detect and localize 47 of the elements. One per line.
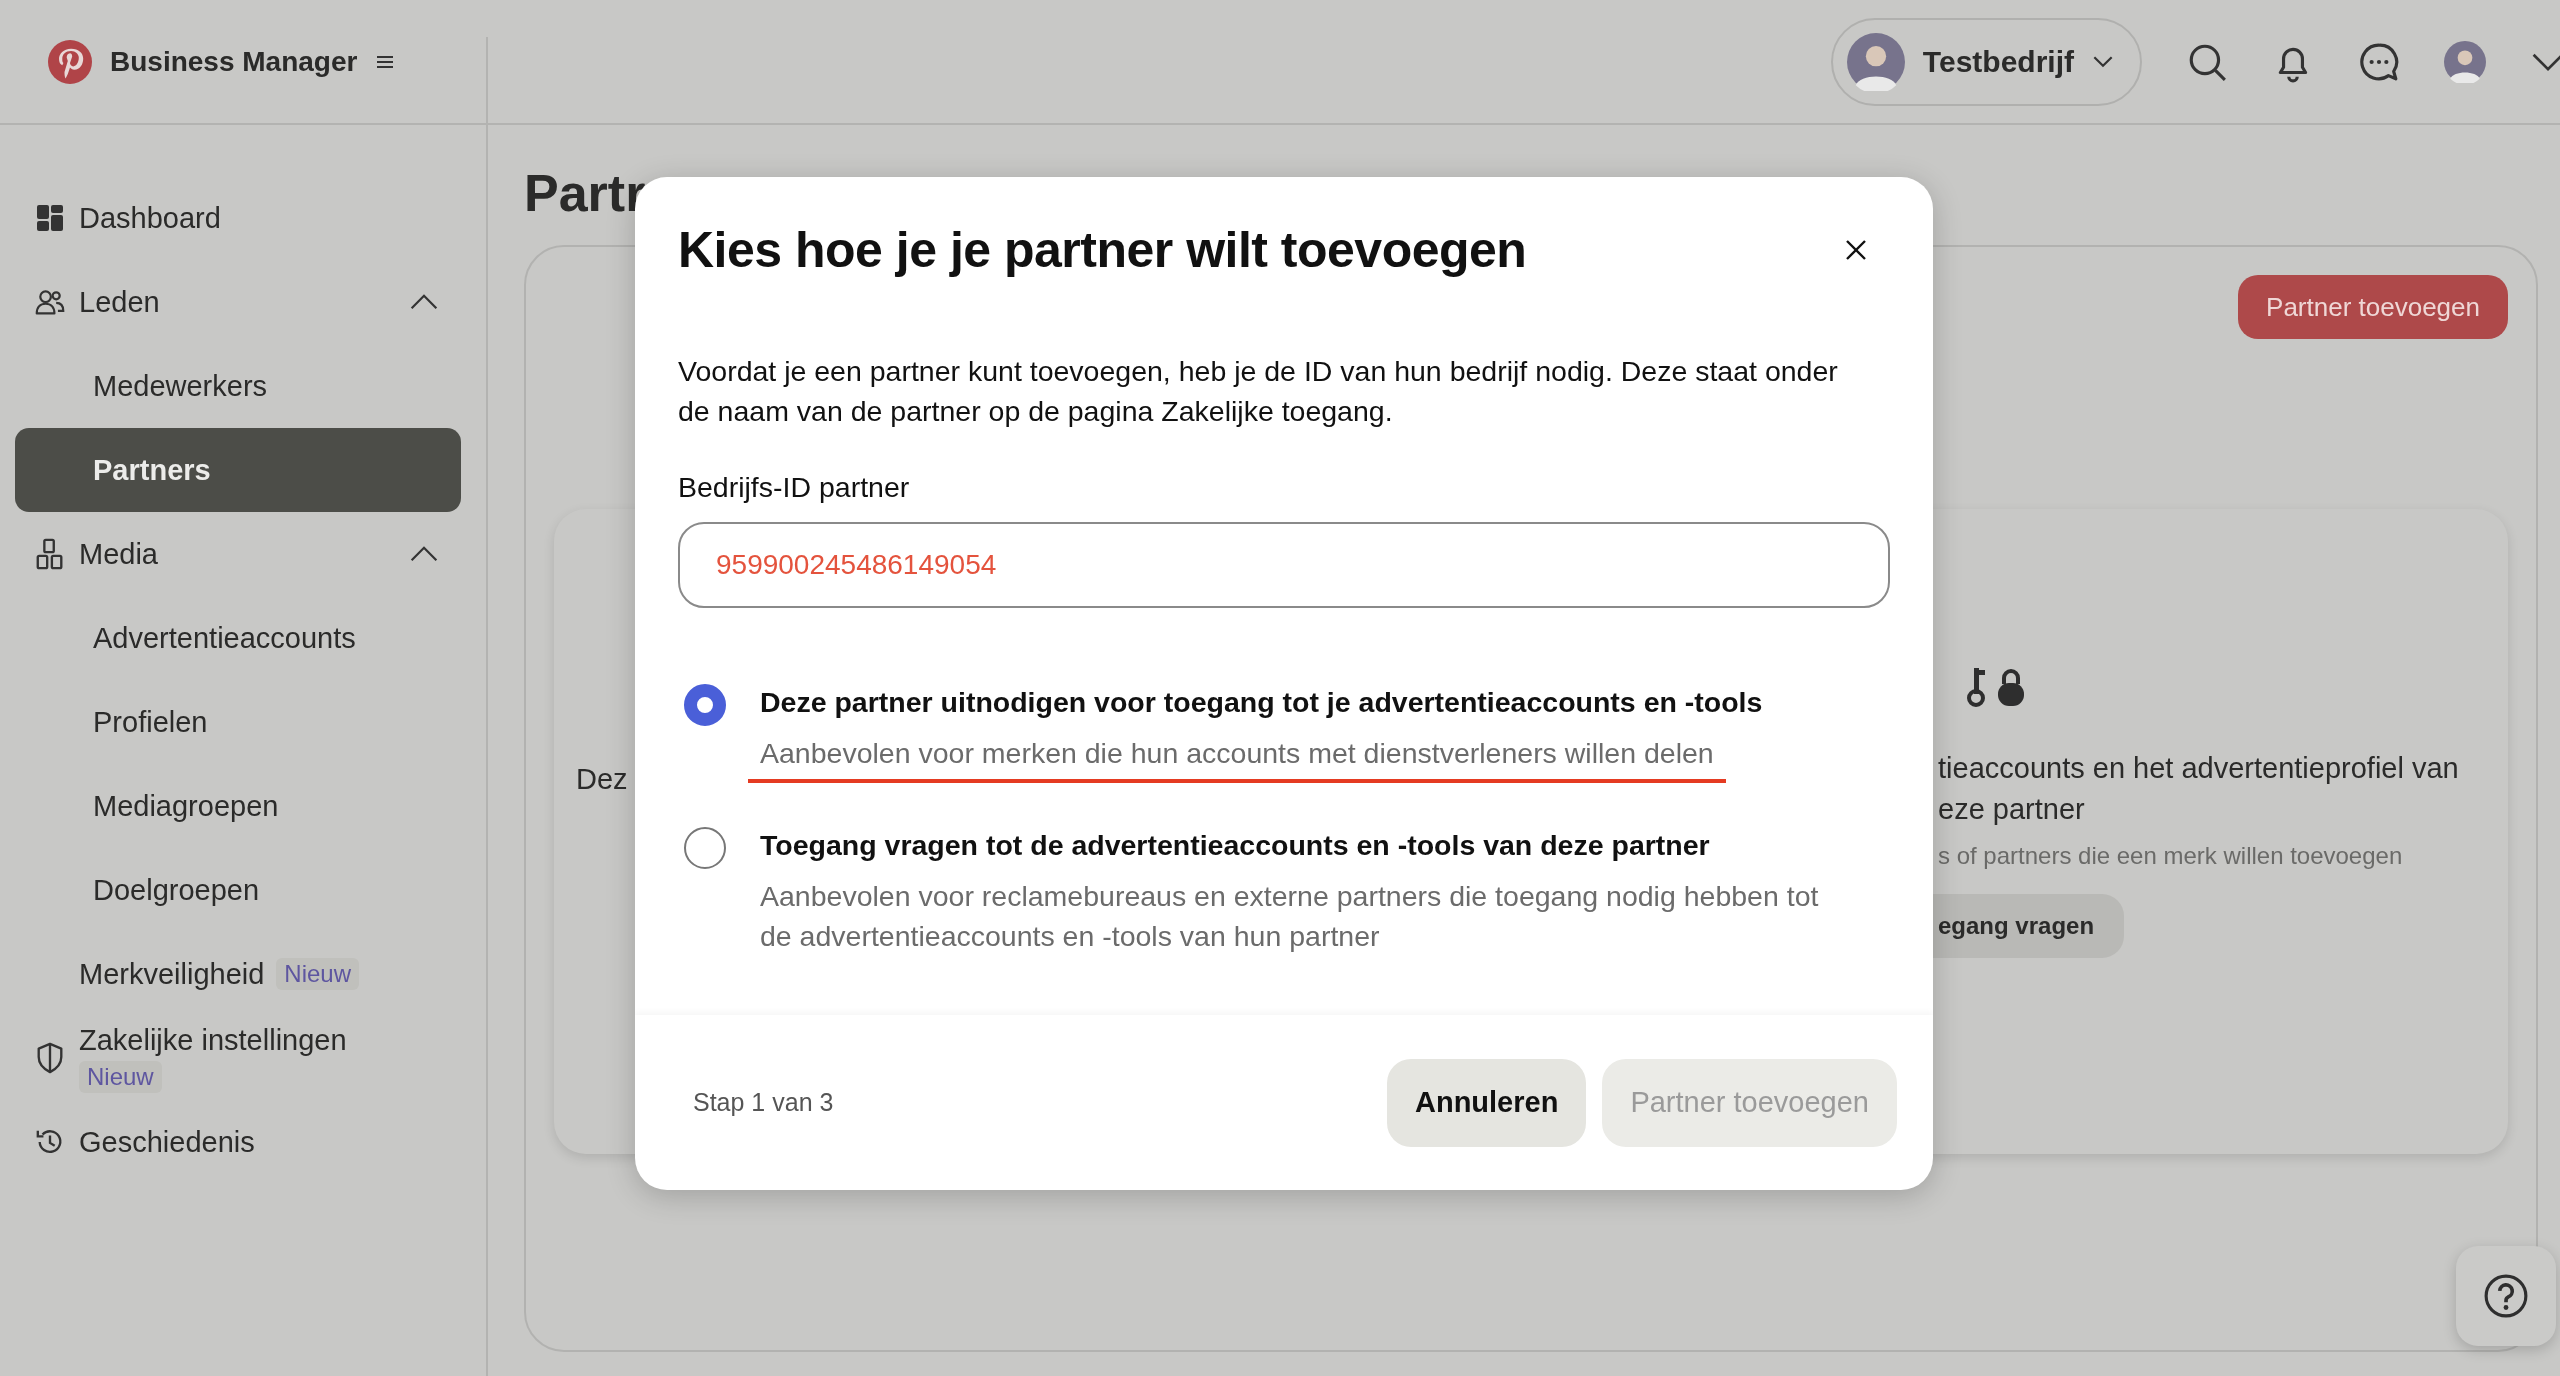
sidebar-item[interactable]: Geschiedenis [15,1100,461,1184]
option-description: Aanbevolen voor reclamebureaus en externe partners die toegang nodig hebben tot de advertentieaccounts en -tools van hun partner [760,879,1820,954]
sidebar-item[interactable]: Merkveiligheid Nieuw [15,932,461,1016]
radio-button[interactable] [684,684,726,726]
card-hint: s of partners die een merk willen toevoegen [1938,842,2403,870]
card-text: Dez [576,763,628,795]
sidebar-item[interactable]: Zakelijke instellingen Nieuw [15,1016,461,1100]
card-text: tieaccounts en het advertentieprofiel van [1938,751,2459,786]
chevron-up-icon[interactable] [409,545,439,563]
avatar-icon [1846,32,1905,91]
option-title: Toegang vragen tot de advertentieaccounts en -tools van deze partner [760,829,1711,862]
help-icon [2483,1273,2529,1319]
radio-button[interactable] [684,827,726,869]
sidebar-item[interactable]: Advertentieaccounts [15,596,461,680]
new-badge: Nieuw [79,1060,162,1093]
card-text: eze partner [1938,792,2085,827]
page-title: Partr [524,163,647,224]
option-description: Aanbevolen voor merken die hun accounts met dienstverleners willen delen [748,733,1726,783]
sidebar-item[interactable]: Doelgroepen [15,848,461,932]
app-name: Business Manager [110,45,358,78]
new-badge: Nieuw [276,958,360,990]
dialog-description: Voordat je een partner kunt toevoegen, heb je de ID van hun bedrijf nodig. Deze staat onder de naam van de partner op de pagina Zakelijke toegang. [678,354,1839,429]
account-switcher[interactable]: Testbedrijf [1830,17,2142,106]
add-partner-button[interactable]: Partner toevoegen [2238,275,2508,339]
sidebar-item[interactable]: Mediagroepen [15,764,461,848]
blocks-icon [35,538,65,570]
help-button[interactable] [2456,1246,2556,1346]
menu-icon[interactable] [375,53,396,70]
shield-icon [35,1042,65,1074]
step-indicator: Stap 1 van 3 [693,1088,834,1117]
company-id-field[interactable]: 959900245486149054 [678,522,1890,608]
logo-icon [48,39,92,84]
avatar-icon[interactable] [2444,40,2486,83]
sidebar-item[interactable]: Medewerkers [15,344,461,428]
chevron-down-icon [2092,55,2114,68]
dialog-title: Kies hoe je je partner wilt toevoegen [678,221,1527,279]
sidebar-item[interactable]: Profielen [15,680,461,764]
field-label: Bedrijfs-ID partner [678,471,911,504]
dashboard-icon [35,202,65,234]
sidebar-item[interactable]: Partners [15,428,461,512]
chevron-up-icon[interactable] [409,293,439,311]
option-title: Deze partner uitnodigen voor toegang tot je advertentieaccounts en -tools [760,686,1763,719]
sidebar-item[interactable]: Leden [15,260,461,344]
sidebar-item[interactable]: Dashboard [15,176,461,260]
cancel-button[interactable]: Annuleren [1386,1058,1587,1147]
close-icon[interactable] [1844,238,1868,262]
sidebar-item[interactable]: Media [15,512,461,596]
